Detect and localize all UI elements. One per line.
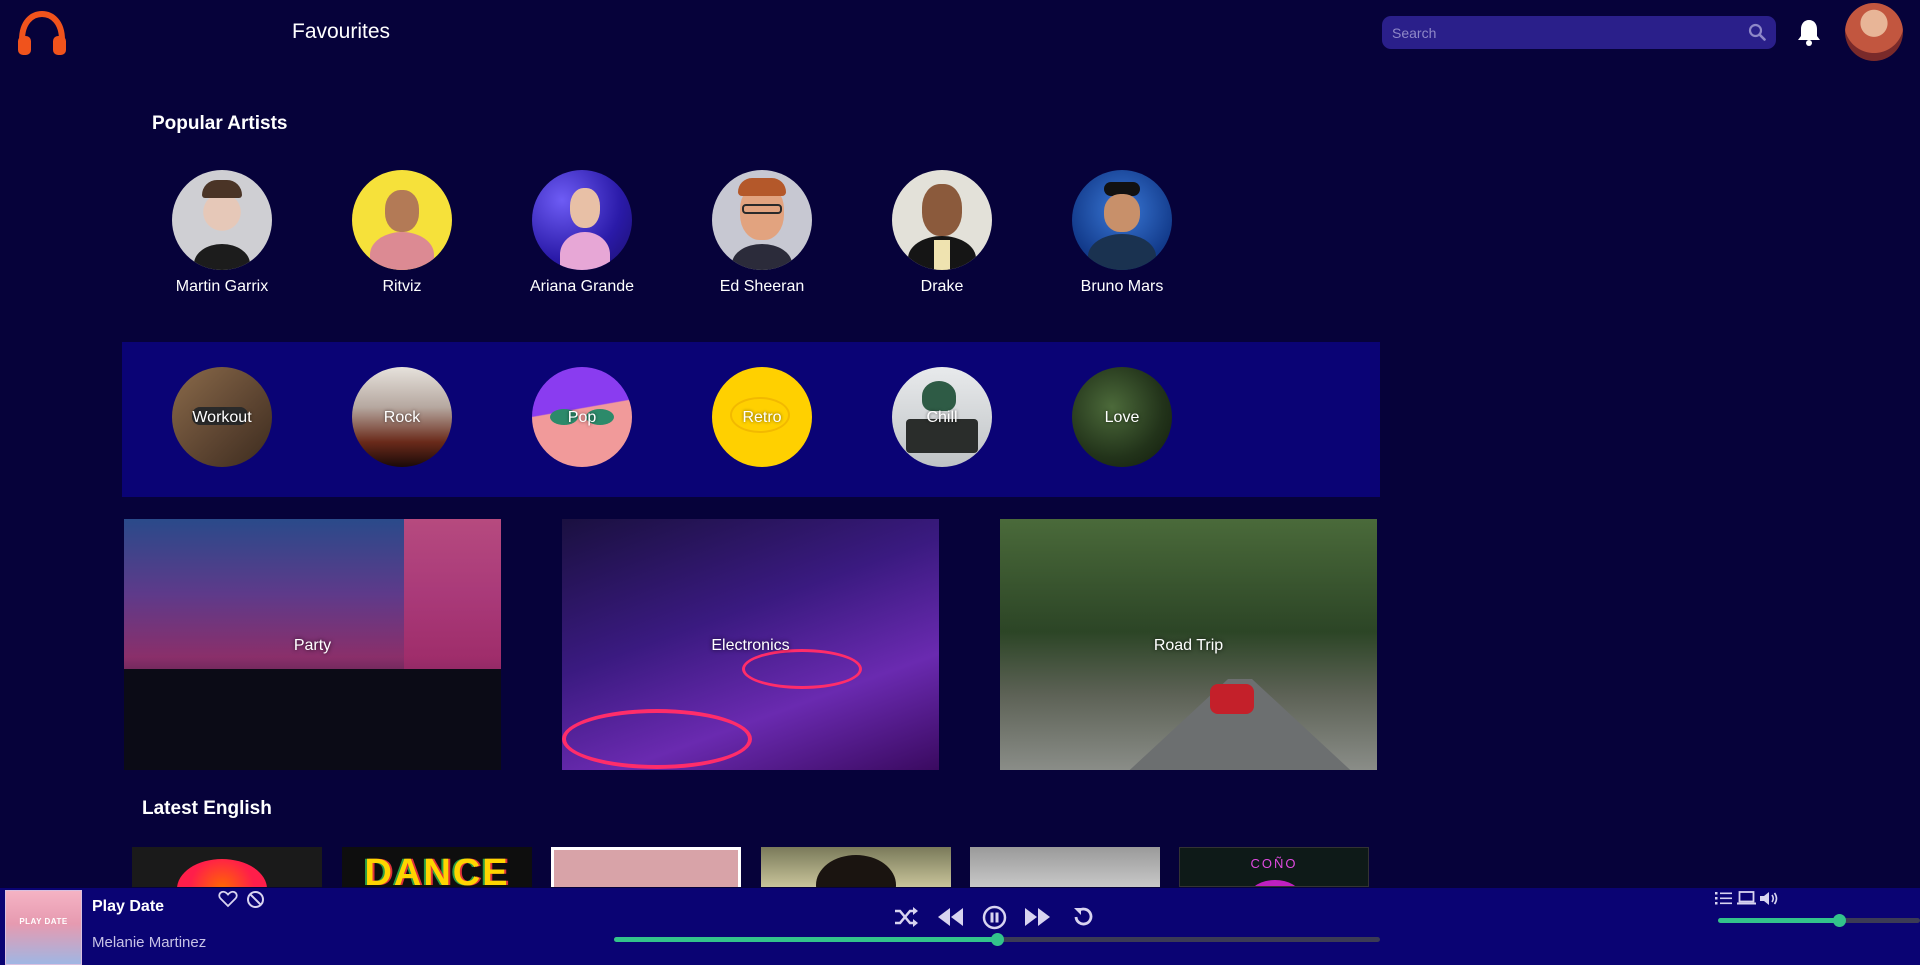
search-icon[interactable] [1748,23,1766,41]
block-icon[interactable] [246,890,265,909]
volume-handle[interactable] [1833,914,1847,927]
album-text: DANCE [364,852,510,887]
album-card[interactable] [970,847,1160,887]
artist-photo[interactable] [1072,170,1172,270]
queue-list-icon[interactable] [1715,891,1732,906]
artist-card[interactable]: Martin Garrix [152,170,292,296]
artist-card[interactable]: Bruno Mars [1052,170,1192,296]
banner-label[interactable]: Electronics [562,637,939,655]
banner-label[interactable]: Road Trip [1000,637,1377,655]
album-card[interactable] [761,847,951,887]
pause-icon[interactable] [982,905,1007,930]
album-card[interactable]: COÑO [1179,847,1369,887]
device-icon[interactable] [1737,891,1756,906]
banner-label[interactable]: Party [124,637,501,655]
mood-label[interactable]: Retro [712,409,812,427]
mood-label[interactable]: Love [1072,409,1172,427]
banner-electronics[interactable]: Electronics [562,519,939,770]
mood-rock[interactable]: Rock [352,367,452,467]
banner-party[interactable]: Party [124,519,501,770]
artist-photo[interactable] [712,170,812,270]
player-bar: PLAY DATE Play Date Melanie Martinez [0,888,1920,965]
fast-forward-icon[interactable] [1024,906,1052,928]
now-playing-cover[interactable]: PLAY DATE [5,890,82,965]
top-bar: Favourites [0,0,1920,66]
bell-icon[interactable] [1796,18,1822,46]
user-avatar[interactable] [1845,3,1903,61]
album-card[interactable] [551,847,741,887]
progress-handle[interactable] [991,933,1004,946]
rewind-icon[interactable] [936,906,964,928]
artist-photo[interactable] [172,170,272,270]
progress-bar[interactable] [614,933,1380,946]
page-title: Favourites [292,20,391,43]
progress-fill [614,937,997,942]
artist-card[interactable]: Ariana Grande [512,170,652,296]
latest-english-title: Latest English [142,798,272,819]
mood-retro[interactable]: Retro [712,367,812,467]
artist-card[interactable]: Drake [872,170,1012,296]
search-input[interactable] [1382,16,1776,49]
heart-icon[interactable] [218,890,238,908]
mood-love[interactable]: Love [1072,367,1172,467]
artist-card[interactable]: Ed Sheeran [692,170,832,296]
cover-text: PLAY DATE [19,917,68,926]
repeat-icon[interactable] [1071,905,1095,929]
artist-name[interactable]: Bruno Mars [1052,278,1192,296]
song-title[interactable]: Play Date [92,898,164,916]
artist-name[interactable]: Drake [872,278,1012,296]
volume-slider[interactable] [1718,914,1920,927]
headphones-icon[interactable] [16,10,68,56]
mood-workout[interactable]: Workout [172,367,272,467]
mood-label[interactable]: Workout [172,409,272,427]
song-artist[interactable]: Melanie Martinez [92,934,206,951]
album-text: COÑO [1250,856,1298,871]
artist-name[interactable]: Martin Garrix [152,278,292,296]
mood-label[interactable]: Chill [892,409,992,427]
volume-fill [1718,918,1840,923]
artist-name[interactable]: Ed Sheeran [692,278,832,296]
album-card[interactable]: DANCE [342,847,532,887]
search-bar[interactable] [1382,16,1776,49]
mood-chill[interactable]: Chill [892,367,992,467]
album-card[interactable] [132,847,322,887]
mood-label[interactable]: Pop [532,409,632,427]
artist-card[interactable]: Ritviz [332,170,472,296]
shuffle-icon[interactable] [893,906,919,928]
volume-icon[interactable] [1759,891,1779,906]
banner-road-trip[interactable]: Road Trip [1000,519,1377,770]
artist-name[interactable]: Ariana Grande [512,278,652,296]
artist-photo[interactable] [532,170,632,270]
popular-artists-title: Popular Artists [152,113,288,134]
artist-photo[interactable] [352,170,452,270]
mood-pop[interactable]: Pop [532,367,632,467]
artist-name[interactable]: Ritviz [332,278,472,296]
artist-photo[interactable] [892,170,992,270]
mood-label[interactable]: Rock [352,409,452,427]
